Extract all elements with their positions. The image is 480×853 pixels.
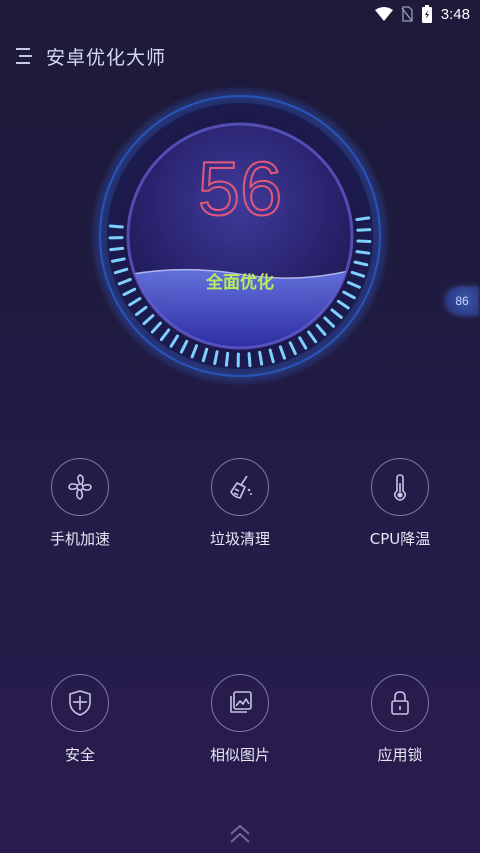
gauge-graphic — [90, 86, 390, 386]
floating-score-badge[interactable]: 86 — [446, 287, 478, 315]
wifi-icon — [374, 7, 393, 21]
lock-icon — [391, 691, 409, 715]
gauge-tick — [355, 250, 371, 255]
shield-icon — [69, 690, 91, 716]
gauge-tick — [224, 351, 230, 367]
phone-speedup-button[interactable] — [51, 458, 109, 516]
phone-speedup-label: 手机加速 — [49, 530, 110, 548]
status-time: 3:48 — [440, 5, 470, 23]
full-optimize-button[interactable]: 全面优化 — [0, 268, 480, 293]
fan-icon — [68, 474, 92, 500]
junk-clean-label: 垃圾清理 — [209, 530, 270, 548]
feature-phone-speedup[interactable]: 手机加速 — [0, 458, 160, 549]
similar-photos-label: 相似图片 — [209, 746, 270, 764]
gallery-icon — [230, 691, 252, 713]
broom-icon — [230, 475, 252, 499]
status-bar: 3:48 — [0, 0, 480, 28]
optimization-score: 56 — [197, 147, 284, 232]
feature-similar-photos[interactable]: 相似图片 — [160, 674, 320, 765]
similar-photos-button[interactable] — [211, 674, 269, 732]
feature-security[interactable]: 安全 — [0, 674, 160, 765]
menu-icon[interactable] — [14, 46, 34, 66]
app-lock-label: 应用锁 — [377, 746, 423, 764]
feature-app-lock[interactable]: 应用锁 — [320, 674, 480, 765]
cpu-cooling-label: CPU降温 — [369, 530, 431, 548]
app-title: 安卓优化大师 — [46, 46, 167, 69]
feature-cpu-cooling[interactable]: CPU降温 — [320, 458, 480, 549]
app-header: 安卓优化大师 — [14, 40, 166, 72]
optimization-gauge[interactable] — [90, 86, 390, 386]
gauge-tick — [356, 239, 372, 243]
gauge-tick — [258, 350, 264, 366]
feature-junk-clean[interactable]: 垃圾清理 — [160, 458, 320, 549]
junk-clean-button[interactable] — [211, 458, 269, 516]
cpu-cooling-button[interactable] — [371, 458, 429, 516]
app-lock-button[interactable] — [371, 674, 429, 732]
status-icons: 3:48 — [374, 4, 470, 24]
gauge-tick — [247, 352, 252, 368]
gauge-tick — [356, 228, 372, 232]
security-button[interactable] — [51, 674, 109, 732]
battery-icon — [421, 5, 432, 23]
chevron-up-icon[interactable] — [227, 822, 253, 846]
no-sim-icon — [401, 6, 413, 22]
gauge-tick — [109, 246, 125, 252]
thermometer-icon — [393, 474, 407, 501]
security-label: 安全 — [64, 746, 95, 764]
